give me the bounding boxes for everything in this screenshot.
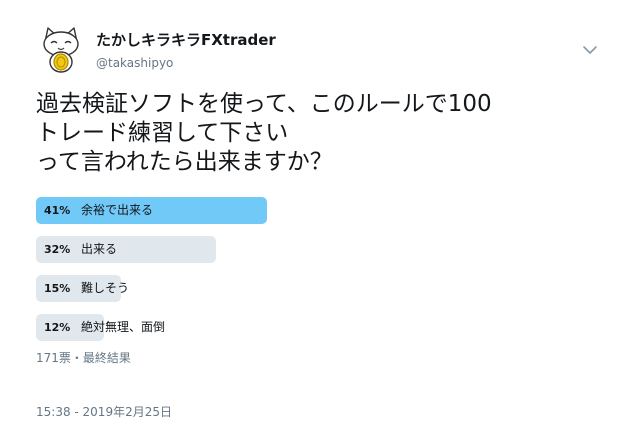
user-handle[interactable]: @takashipyo [96,55,173,71]
tweet-text-line: トレード練習して下さい [36,120,289,146]
tweet-text-line: 過去検証ソフトを使って、このルールで100 [36,91,492,117]
poll-percent: 15% [44,282,71,295]
poll-percent: 32% [44,243,71,256]
poll-percent: 41% [44,204,71,217]
poll-choice: 32% 出来る [36,236,596,263]
tweet-text: 過去検証ソフトを使って、このルールで100 トレード練習して下さい って言われた… [36,90,596,177]
poll-choice-label: 絶対無理、面倒 [81,320,166,334]
poll-percent: 12% [44,321,71,334]
poll: 41% 余裕で出来る 32% 出来る 15% 難しそう 12% 絶対無理、面倒 [36,197,596,353]
cat-avatar-icon[interactable] [36,24,86,74]
display-name[interactable]: たかしキラキラFXtrader [96,31,276,49]
poll-choice-label: 余裕で出来る [81,203,154,217]
poll-choice: 15% 難しそう [36,275,596,302]
chevron-down-icon[interactable] [582,44,598,56]
poll-choice-label: 難しそう [81,281,130,295]
poll-choice: 12% 絶対無理、面倒 [36,314,596,341]
timestamp-link[interactable]: 15:38 - 2019年2月25日 [36,404,172,420]
poll-choice-label: 出来る [81,242,118,256]
poll-choice: 41% 余裕で出来る [36,197,596,224]
poll-meta: 171票・最終結果 [36,351,131,365]
tweet-text-line: って言われたら出来ますか？ [36,149,333,175]
